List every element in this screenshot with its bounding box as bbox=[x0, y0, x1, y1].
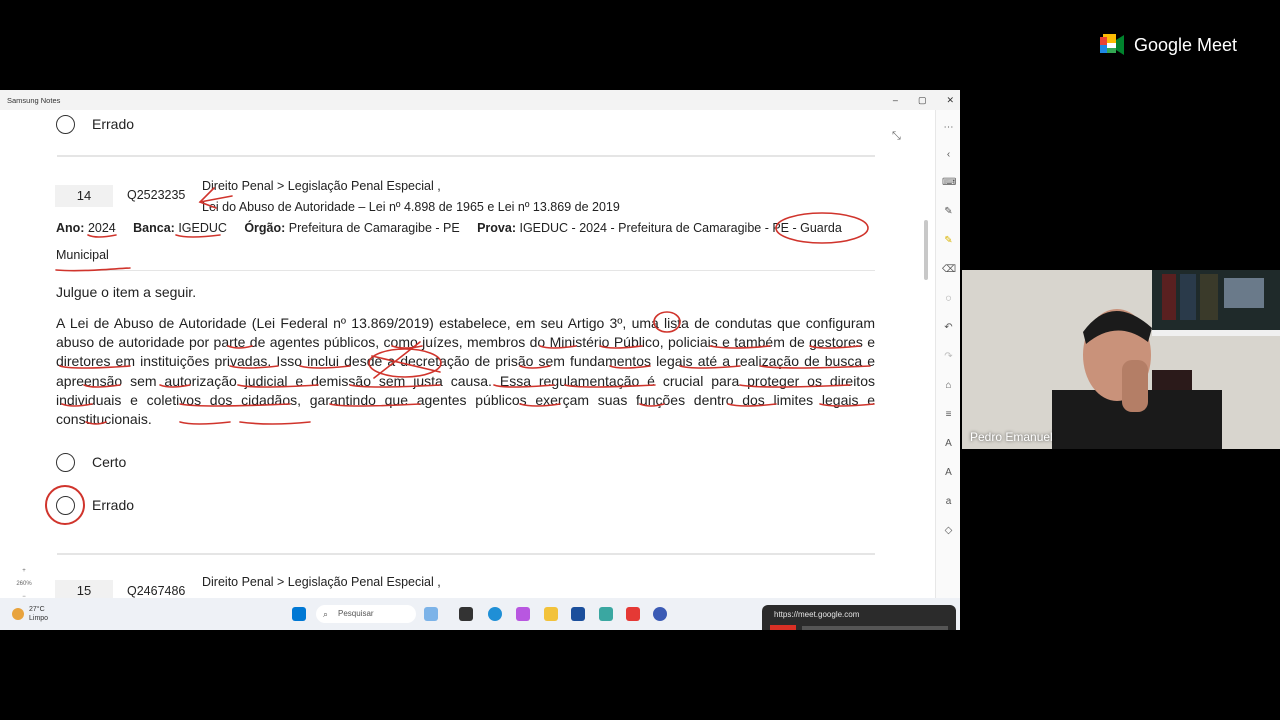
text-align-icon[interactable]: ≡ bbox=[942, 408, 955, 421]
close-button[interactable]: ✕ bbox=[946, 95, 954, 106]
google-meet-logo: Google Meet bbox=[1100, 34, 1237, 56]
popup-url: https://meet.google.com bbox=[774, 610, 860, 619]
window-titlebar: Samsung Notes – ▢ ✕ bbox=[0, 90, 960, 110]
next-question-code[interactable]: Q2467486 bbox=[127, 584, 185, 598]
more-icon[interactable]: ⋯ bbox=[942, 121, 955, 134]
radio-errado[interactable] bbox=[56, 496, 75, 515]
shared-screen-window: Samsung Notes – ▢ ✕ Errado ⤡ 14 Q2523235… bbox=[0, 90, 960, 630]
handwriting-icon[interactable]: A bbox=[942, 466, 955, 479]
collapse-icon[interactable]: ⤡ bbox=[892, 130, 901, 143]
weather-condition: Limpo bbox=[29, 615, 49, 622]
participant-tile[interactable]: Pedro Emanuel bbox=[962, 270, 1280, 449]
edge-icon[interactable] bbox=[488, 607, 502, 621]
zoom-level: 260% bbox=[16, 581, 32, 587]
browser-popup[interactable]: https://meet.google.com bbox=[762, 605, 956, 630]
search-icon: ⌕ bbox=[323, 609, 329, 619]
text-style-icon[interactable]: A bbox=[942, 437, 955, 450]
participant-video bbox=[962, 270, 1280, 449]
widgets-icon[interactable] bbox=[424, 607, 438, 621]
file-explorer-icon[interactable] bbox=[544, 607, 558, 621]
prova-value-continued: Municipal bbox=[56, 248, 109, 262]
prova-value: IGEDUC - 2024 - Prefeitura de Camaragibe… bbox=[519, 221, 842, 235]
weather-widget[interactable]: 27°C Limpo bbox=[12, 605, 48, 623]
question-number-badge: 14 bbox=[55, 185, 113, 207]
separator bbox=[57, 553, 875, 555]
redo-icon[interactable]: ↷ bbox=[942, 350, 955, 363]
popup-accent bbox=[770, 625, 796, 630]
meet-stage: Google Meet Samsung Notes – ▢ ✕ Errado ⤡… bbox=[0, 0, 1280, 720]
shape-icon[interactable]: ⌂ bbox=[942, 379, 955, 392]
notepad-icon[interactable] bbox=[599, 607, 613, 621]
app-icon[interactable] bbox=[653, 607, 667, 621]
highlighter-icon[interactable]: ✎ bbox=[942, 234, 955, 247]
question-category-line1[interactable]: Direito Penal > Legislação Penal Especia… bbox=[202, 179, 441, 193]
next-question-category-line1[interactable]: Direito Penal > Legislação Penal Especia… bbox=[202, 575, 441, 589]
moon-icon bbox=[12, 608, 24, 620]
eraser-icon[interactable]: ⌫ bbox=[942, 263, 956, 276]
shapes-icon[interactable]: ◇ bbox=[942, 524, 955, 537]
samsung-notes-icon[interactable] bbox=[626, 607, 640, 621]
radio-certo[interactable] bbox=[56, 453, 75, 472]
orgao-value: Prefeitura de Camaragibe - PE bbox=[288, 221, 460, 235]
search-placeholder: Pesquisar bbox=[338, 609, 374, 618]
undo-icon[interactable]: ↶ bbox=[942, 321, 955, 334]
restore-button[interactable]: ▢ bbox=[918, 95, 927, 106]
zoom-control: + 260% − bbox=[14, 565, 34, 598]
question-code[interactable]: Q2523235 bbox=[127, 188, 185, 202]
separator bbox=[57, 270, 875, 271]
taskbar-search[interactable]: ⌕ Pesquisar bbox=[316, 605, 416, 623]
question-instruction: Julgue o item a seguir. bbox=[56, 284, 197, 300]
next-question-number-badge: 15 bbox=[55, 580, 113, 598]
task-view-icon[interactable] bbox=[459, 607, 473, 621]
notes-toolbar: ⋯ ‹ ⌨ ✎ ✎ ⌫ ◌ ↶ ↷ ⌂ ≡ A A a ◇ bbox=[935, 110, 960, 598]
option-errado-prev: Errado bbox=[92, 116, 135, 132]
chevron-left-icon[interactable]: ‹ bbox=[942, 148, 955, 161]
minimize-button[interactable]: – bbox=[893, 95, 898, 105]
banca-label: Banca: bbox=[133, 221, 175, 235]
note-canvas[interactable]: Errado ⤡ 14 Q2523235 Direito Penal > Leg… bbox=[0, 110, 935, 598]
popup-bar bbox=[802, 626, 948, 630]
lasso-icon[interactable]: ◌ bbox=[942, 292, 955, 305]
keyboard-icon[interactable]: ⌨ bbox=[942, 176, 956, 189]
meet-camera-icon bbox=[1100, 34, 1124, 55]
question-meta: Ano: 2024 Banca: IGEDUC Órgão: Prefeitur… bbox=[56, 221, 842, 235]
vertical-scrollbar[interactable] bbox=[924, 220, 928, 280]
question-statement: A Lei de Abuso de Autoridade (Lei Federa… bbox=[56, 315, 875, 428]
option-certo: Certo bbox=[92, 454, 127, 470]
orgao-label: Órgão: bbox=[244, 221, 286, 235]
zoom-out-button[interactable]: − bbox=[14, 591, 34, 598]
store-icon[interactable] bbox=[571, 607, 585, 621]
question-category-line2[interactable]: Lei do Abuso de Autoridade – Lei nº 4.89… bbox=[202, 200, 620, 214]
windows-start-icon[interactable] bbox=[292, 607, 306, 621]
ano-value: 2024 bbox=[87, 221, 116, 235]
participant-name: Pedro Emanuel bbox=[970, 430, 1053, 444]
separator bbox=[57, 155, 875, 157]
ano-label: Ano: bbox=[56, 221, 85, 235]
app-title: Samsung Notes bbox=[7, 95, 61, 105]
zoom-in-button[interactable]: + bbox=[14, 565, 34, 578]
pen-icon[interactable]: ✎ bbox=[942, 205, 955, 218]
copilot-icon[interactable] bbox=[516, 607, 530, 621]
option-errado: Errado bbox=[92, 497, 135, 513]
translate-icon[interactable]: a bbox=[942, 495, 955, 508]
meet-brand-text: Google Meet bbox=[1134, 34, 1238, 55]
radio-errado-prev[interactable] bbox=[56, 115, 75, 134]
prova-label: Prova: bbox=[477, 221, 516, 235]
banca-value: IGEDUC bbox=[178, 221, 227, 235]
temperature: 27°C bbox=[29, 606, 45, 613]
